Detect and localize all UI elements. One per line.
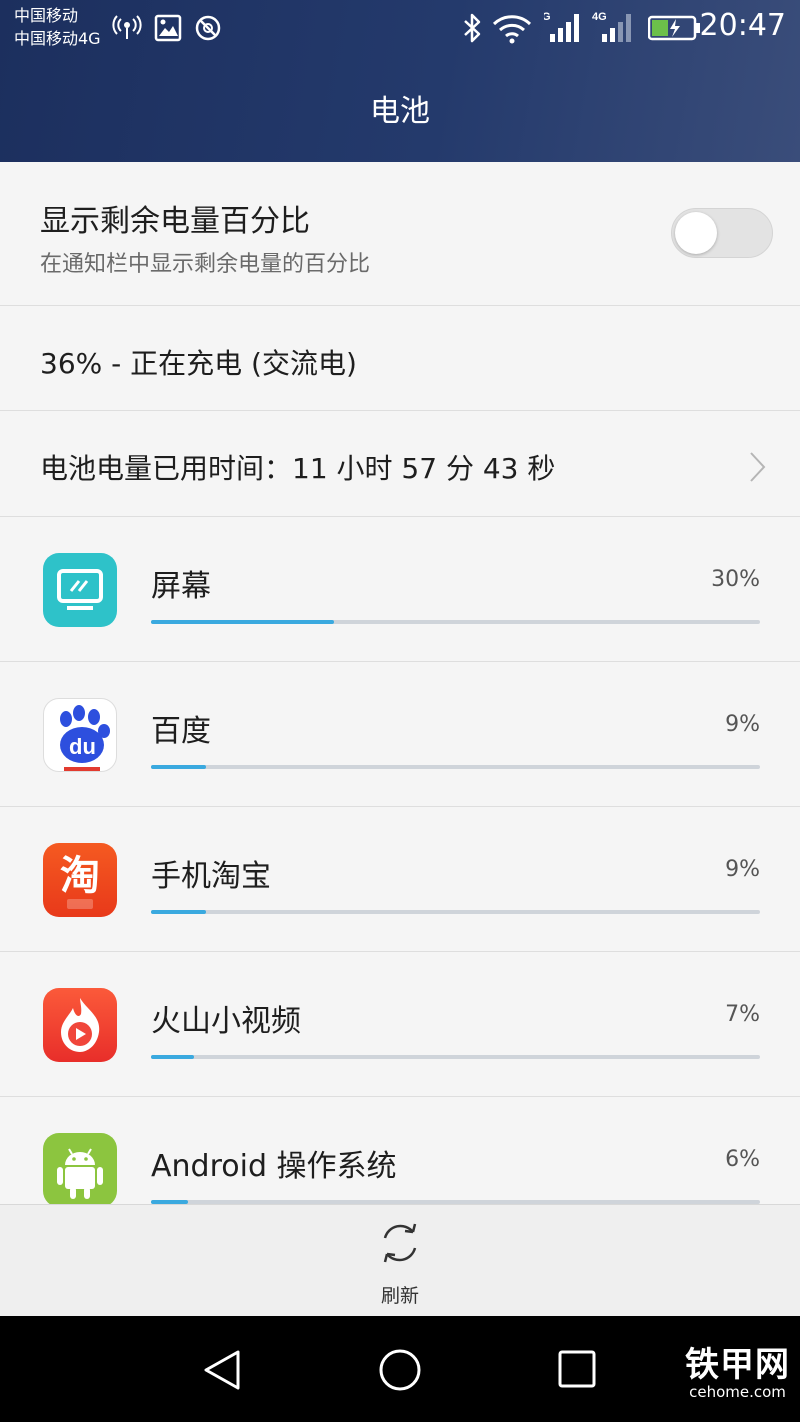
usage-bar-track <box>151 765 760 769</box>
refresh-icon <box>383 1223 417 1263</box>
screenshot-icon <box>154 14 182 42</box>
carrier-1: 中国移动 <box>14 6 79 25</box>
data-saver-icon <box>195 15 221 41</box>
toggle-knob <box>675 212 717 254</box>
page-title: 电池 <box>370 94 430 129</box>
app-usage-row[interactable]: 淘 手机淘宝 9% <box>0 807 800 952</box>
baidu-icon: du <box>43 698 117 772</box>
huoshan-icon <box>43 988 117 1062</box>
watermark-sub: cehome.com <box>689 1383 786 1401</box>
percentage-setting-title: 显示剩余电量百分比 <box>40 204 310 239</box>
usage-bar-fill <box>151 1055 194 1059</box>
usage-bar-track <box>151 910 760 914</box>
hotspot-icon <box>112 15 142 39</box>
app-usage-row[interactable]: 火山小视频 7% <box>0 952 800 1097</box>
refresh-label: 刷新 <box>380 1285 419 1307</box>
app-usage-row[interactable]: Android 操作系统 6% <box>0 1097 800 1204</box>
app-name: 手机淘宝 <box>151 859 271 894</box>
svg-text:du: du <box>69 734 96 759</box>
app-usage-row[interactable]: du 百度 9% <box>0 662 800 807</box>
watermark-main: 铁甲网 <box>685 1345 790 1385</box>
usage-time-text: 电池电量已用时间：11 小时 57 分 43 秒 <box>40 452 556 485</box>
watermark: 铁甲网 cehome.com <box>685 1346 790 1400</box>
percentage-setting-subtitle: 在通知栏中显示剩余电量的百分比 <box>40 252 371 277</box>
app-name: Android 操作系统 <box>151 1149 397 1184</box>
usage-bar-fill <box>151 765 206 769</box>
app-name: 百度 <box>151 714 211 749</box>
taobao-icon: 淘 <box>43 843 117 917</box>
screen-icon <box>43 553 117 627</box>
usage-bar-fill <box>151 910 206 914</box>
bottom-action-bar: 刷新 <box>0 1204 800 1316</box>
android-icon <box>43 1133 117 1204</box>
app-percent: 9% <box>725 857 760 882</box>
app-percent: 30% <box>711 567 760 592</box>
app-name: 屏幕 <box>151 569 211 604</box>
app-name: 火山小视频 <box>151 1004 301 1039</box>
usage-bar-track <box>151 620 760 624</box>
status-bar: 中国移动 中国移动4G G 4G 20:47 <box>0 0 800 56</box>
status-time: 20:47 <box>699 8 786 43</box>
signal-g-icon: G <box>544 11 579 42</box>
percentage-setting-row[interactable]: 显示剩余电量百分比 在通知栏中显示剩余电量的百分比 <box>0 162 800 306</box>
refresh-button[interactable]: 刷新 <box>350 1205 450 1317</box>
wifi-icon <box>492 15 532 44</box>
app-usage-row[interactable]: 屏幕 30% <box>0 517 800 662</box>
carrier-2: 中国移动4G <box>14 29 101 48</box>
app-percent: 9% <box>725 712 760 737</box>
usage-bar-track <box>151 1055 760 1059</box>
battery-content: 显示剩余电量百分比 在通知栏中显示剩余电量的百分比 36% - 正在充电 (交流… <box>0 162 800 1204</box>
battery-icon <box>648 15 700 41</box>
recents-icon[interactable] <box>548 1340 608 1400</box>
carrier-info: 中国移动 中国移动4G <box>14 4 101 50</box>
charge-status-text: 36% - 正在充电 (交流电) <box>40 347 357 380</box>
app-header: 中国移动 中国移动4G G 4G 20:47 电池 <box>0 0 800 162</box>
usage-time-row[interactable]: 电池电量已用时间：11 小时 57 分 43 秒 <box>0 411 800 517</box>
charge-status-row: 36% - 正在充电 (交流电) <box>0 306 800 411</box>
bluetooth-icon <box>464 13 481 43</box>
signal-4g-icon: 4G <box>592 11 631 42</box>
network-label-4g: 4G <box>592 11 607 23</box>
percentage-toggle-switch[interactable] <box>671 208 773 258</box>
back-icon[interactable] <box>192 1340 252 1400</box>
chevron-right-icon <box>750 452 766 482</box>
usage-bar-fill <box>151 620 334 624</box>
network-label-g: G <box>544 11 551 23</box>
home-icon[interactable] <box>370 1340 430 1400</box>
app-percent: 6% <box>725 1147 760 1172</box>
svg-text:淘: 淘 <box>60 853 100 899</box>
app-percent: 7% <box>725 1002 760 1027</box>
navigation-bar: 铁甲网 cehome.com <box>0 1316 800 1422</box>
